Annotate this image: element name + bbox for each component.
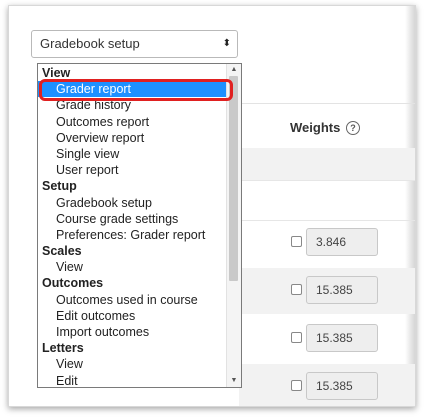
option-edit-outcomes[interactable]: Edit outcomes <box>38 308 228 324</box>
optgroup-outcomes: Outcomes <box>42 276 104 291</box>
table-top-border <box>239 103 415 104</box>
weight-input[interactable]: 15.385 <box>306 324 378 352</box>
option-gradebook-setup[interactable]: Gradebook setup <box>38 195 228 211</box>
weight-input[interactable]: 3.846 <box>306 228 378 256</box>
weight-input[interactable]: 15.385 <box>306 276 378 304</box>
option-user-report[interactable]: User report <box>38 162 228 178</box>
weight-input[interactable]: 15.385 <box>306 372 378 400</box>
scroll-down-arrow-icon[interactable]: ▼ <box>227 375 241 387</box>
option-overview-report[interactable]: Overview report <box>38 130 228 146</box>
weight-override-checkbox[interactable] <box>291 284 302 295</box>
screenshot-frame: Gradebook setup ⬍ Weights ? 3.846 15.385… <box>8 5 416 407</box>
frame-shadow <box>405 6 415 406</box>
weight-override-checkbox[interactable] <box>291 380 302 391</box>
dropdown-scrollbar[interactable]: ▲ ▼ <box>226 64 241 387</box>
report-select[interactable]: Gradebook setup ⬍ <box>31 30 238 58</box>
report-dropdown-list[interactable]: View Grader report Grade history Outcome… <box>37 63 242 388</box>
option-preferences-grader-report[interactable]: Preferences: Grader report <box>38 227 228 243</box>
report-select-value: Gradebook setup <box>40 36 140 51</box>
table-header-band <box>239 148 415 180</box>
select-arrows-icon: ⬍ <box>222 38 231 49</box>
option-outcomes-report[interactable]: Outcomes report <box>38 114 228 130</box>
scroll-up-arrow-icon[interactable]: ▲ <box>227 64 241 76</box>
weights-column-header: Weights <box>290 120 341 135</box>
optgroup-letters: Letters <box>42 341 84 356</box>
row-divider <box>239 180 415 181</box>
optgroup-scales: Scales <box>42 244 82 259</box>
option-scales-view[interactable]: View <box>38 259 228 275</box>
weight-override-checkbox[interactable] <box>291 332 302 343</box>
annotation-highlight-box <box>39 79 233 101</box>
scroll-thumb[interactable] <box>229 76 238 281</box>
row-divider <box>239 220 415 221</box>
optgroup-setup: Setup <box>42 179 77 194</box>
dropdown-options: View Grader report Grade history Outcome… <box>38 65 228 387</box>
option-letters-view[interactable]: View <box>38 356 228 372</box>
weight-override-checkbox[interactable] <box>291 236 302 247</box>
option-letters-edit[interactable]: Edit <box>38 373 228 387</box>
option-import-outcomes[interactable]: Import outcomes <box>38 324 228 340</box>
option-course-grade-settings[interactable]: Course grade settings <box>38 211 228 227</box>
help-icon[interactable]: ? <box>346 121 360 135</box>
option-single-view[interactable]: Single view <box>38 146 228 162</box>
option-outcomes-used-in-course[interactable]: Outcomes used in course <box>38 292 228 308</box>
